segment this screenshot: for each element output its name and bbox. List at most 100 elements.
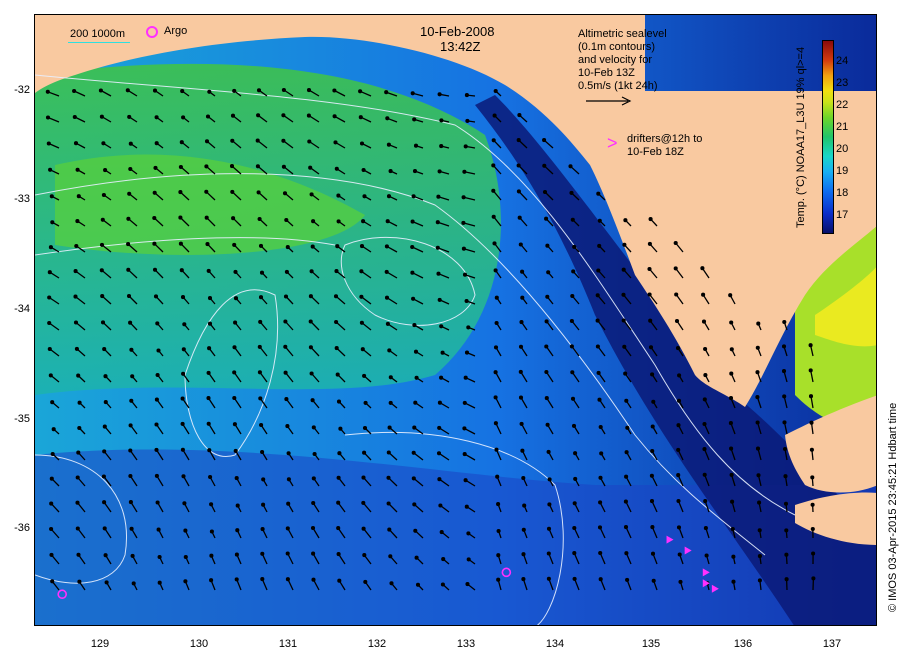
velocity-vector-head (336, 500, 341, 505)
velocity-vector-head (650, 372, 655, 377)
colorbar-tick-label: 20 (836, 143, 849, 155)
velocity-vector-head (462, 452, 467, 457)
velocity-vector-head (362, 194, 367, 199)
velocity-vector-head (206, 370, 211, 375)
velocity-vector-head (810, 526, 815, 532)
drifter-legend-symbol: > (607, 133, 618, 153)
velocity-vector-head (334, 319, 339, 325)
velocity-vector-head (700, 266, 705, 271)
velocity-vector-head (230, 113, 236, 118)
velocity-vector-head (728, 396, 734, 401)
velocity-vector-head (180, 396, 185, 401)
velocity-vector-head (783, 474, 788, 479)
x-tick-label: 131 (278, 638, 298, 650)
velocity-vector-head (493, 421, 498, 426)
velocity-vector-head (621, 267, 626, 272)
velocity-vector-head (410, 219, 415, 224)
velocity-vector-head (180, 89, 185, 94)
velocity-vector-head (233, 448, 238, 453)
velocity-vector-head (306, 113, 311, 118)
velocity-vector-head (545, 422, 550, 427)
velocity-vector-head (102, 500, 107, 505)
velocity-vector-head (361, 167, 366, 173)
x-tick-label: 129 (90, 638, 110, 650)
velocity-vector-head (386, 142, 391, 147)
velocity-vector-head (385, 321, 390, 326)
velocity-vector-head (729, 371, 734, 376)
velocity-vector-head (311, 476, 316, 481)
velocity-vector-head (437, 400, 442, 405)
velocity-vector-head (597, 243, 602, 248)
velocity-vector-head (230, 189, 235, 194)
velocity-vector-head (362, 553, 367, 558)
velocity-vector-head (756, 321, 761, 326)
colorbar-title: Temp. (°C) NOAA17_L3U 19% ql>=4 (795, 46, 807, 228)
velocity-vector-head (519, 421, 524, 426)
velocity-vector-head (311, 425, 316, 430)
velocity-vector-head (650, 424, 655, 429)
velocity-vector-head (809, 447, 814, 452)
velocity-vector-head (333, 140, 338, 145)
velocity-vector-head (547, 502, 552, 507)
velocity-vector-head (183, 528, 188, 533)
velocity-vector-head (131, 581, 136, 586)
velocity-vector-head (649, 473, 654, 478)
velocity-vector-head (596, 268, 601, 273)
velocity-vector-head (129, 398, 134, 403)
velocity-vector-head (359, 244, 365, 249)
velocity-vector-head (757, 500, 762, 505)
velocity-vector-head (309, 192, 314, 197)
velocity-vector-head (386, 475, 391, 480)
velocity-vector-head (676, 423, 681, 428)
velocity-vector-head (130, 374, 135, 379)
velocity-vector-head (412, 502, 417, 507)
velocity-vector-head (596, 191, 601, 196)
velocity-vector-head (45, 89, 50, 94)
velocity-vector-head (209, 502, 214, 507)
velocity-vector-head (335, 244, 340, 249)
velocity-vector-head (755, 446, 761, 451)
velocity-vector-head (413, 143, 419, 148)
velocity-vector-head (74, 243, 79, 249)
velocity-vector-head (411, 296, 416, 301)
velocity-vector-head (231, 216, 236, 221)
velocity-vector-head (492, 113, 497, 118)
velocity-vector-head (729, 446, 734, 451)
velocity-vector-head (281, 87, 286, 93)
velocity-vector-head (650, 525, 655, 530)
velocity-vector-head (546, 576, 551, 581)
altimetry-legend-line-4: 10-Feb 13Z (578, 67, 635, 79)
velocity-vector-head (439, 375, 444, 380)
velocity-vector-head (334, 346, 339, 351)
velocity-vector-head (595, 344, 600, 349)
y-tick-label: -34 (14, 303, 30, 315)
velocity-vector-head (521, 552, 526, 557)
velocity-vector-head (809, 420, 814, 425)
y-tick-label: -36 (14, 522, 30, 534)
velocity-vector-head (410, 270, 415, 275)
velocity-vector-head (544, 344, 549, 349)
velocity-vector-head (103, 400, 108, 405)
velocity-vector-head (260, 577, 265, 582)
velocity-vector-head (155, 321, 160, 326)
velocity-vector-head (207, 346, 212, 351)
velocity-vector-head (547, 477, 552, 482)
velocity-vector-head (308, 345, 313, 350)
velocity-vector-head (570, 217, 575, 222)
velocity-vector-head (597, 525, 603, 530)
velocity-vector-head (388, 400, 393, 405)
velocity-vector-head (310, 525, 316, 531)
velocity-vector-head (283, 294, 289, 299)
velocity-vector-head (334, 166, 339, 171)
velocity-vector-head (308, 294, 313, 299)
velocity-vector-head (811, 551, 816, 556)
velocity-vector-head (703, 373, 708, 378)
velocity-vector-head (206, 421, 211, 426)
y-tick-label: -33 (14, 193, 30, 205)
velocity-vector-head (650, 551, 656, 556)
velocity-vector-head (410, 244, 415, 250)
velocity-vector-head (649, 499, 655, 504)
velocity-vector-head (332, 114, 337, 119)
velocity-vector-head (412, 117, 417, 122)
velocity-vector-head (127, 114, 132, 119)
